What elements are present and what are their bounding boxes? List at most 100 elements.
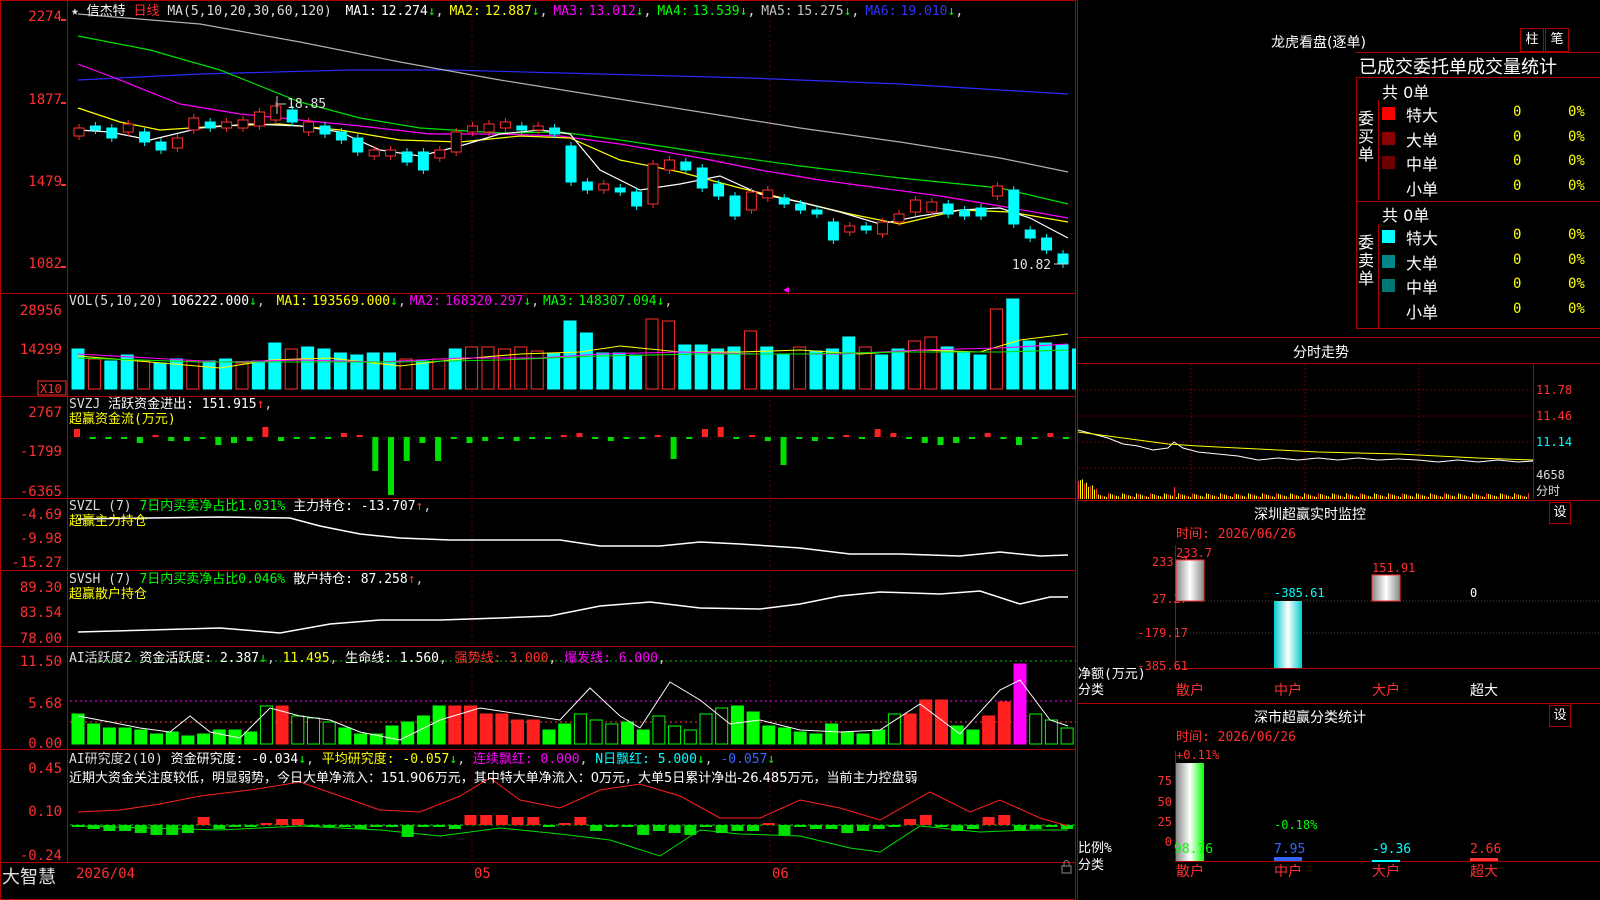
candle[interactable] [581,181,593,191]
candle[interactable] [450,131,462,153]
candle[interactable] [73,127,85,137]
candle[interactable] [991,185,1003,197]
activity-bar [621,721,634,745]
ai-active-header: AI活跃度2 资金活跃度: 2.387↓, 11.495, 生命线: 1.560… [69,651,666,666]
volume-bar [563,320,577,390]
candle[interactable] [942,203,954,215]
candle[interactable] [303,121,315,133]
research-bar [1029,825,1042,829]
bar-mode-button[interactable]: 柱 [1520,28,1544,52]
candle[interactable] [729,195,741,217]
candle[interactable] [614,187,626,193]
volume-bar [776,354,790,390]
candle[interactable] [696,167,708,189]
research-bar [527,817,540,825]
candle[interactable] [795,203,807,211]
candle[interactable] [1041,237,1053,251]
candle[interactable] [171,137,183,149]
candle[interactable] [417,151,429,171]
candle[interactable] [1057,253,1069,265]
category-bar [1372,860,1400,862]
lhb-subtitle: 已成交委托单成交量统计 [1359,57,1557,78]
star-icon[interactable]: ★ [71,4,79,19]
candle[interactable] [745,191,757,211]
candle[interactable] [647,163,659,205]
candle[interactable] [877,221,889,235]
candle[interactable] [499,121,511,129]
candle[interactable] [713,183,725,197]
candle[interactable] [204,121,216,129]
candle[interactable] [549,127,561,135]
volume-bar [219,358,233,390]
candle[interactable] [319,125,331,135]
sz-monitor-chart: 时间: 2026/06/26 233.7 27.27 -179.17 -385.… [1078,527,1600,699]
candle[interactable] [253,111,265,127]
research-bar [558,823,571,825]
period-label[interactable]: 日线 [134,4,160,19]
activity-bar [542,729,556,745]
candle[interactable] [844,225,856,233]
vol-header: VOL(5,10,20) 106222.000↓, MA1: 193569.000… [69,294,673,309]
candle[interactable] [221,121,233,129]
candle[interactable] [598,183,610,191]
candle[interactable] [827,221,839,241]
sz-stats-settings-button[interactable]: 设 [1549,705,1571,727]
tick-mode-button[interactable]: 笔 [1545,28,1569,52]
research-bar [543,825,555,827]
svg-text:散户: 散户 [1176,863,1204,880]
candle[interactable] [893,213,905,223]
candle[interactable] [680,161,692,171]
ma-value: MA3: [553,4,585,19]
volume-bar [71,348,85,390]
candle[interactable] [959,209,971,217]
order-size-row: 大单 0 0% [1380,250,1600,275]
flow-bar [686,437,693,439]
flow-bar [921,437,928,443]
candle[interactable] [106,127,118,139]
candle[interactable] [385,149,397,157]
svg-text:分类: 分类 [1078,858,1104,873]
candle[interactable] [860,225,872,231]
order-size-row: 小单 0 0% [1406,300,1585,322]
candle[interactable] [401,151,413,163]
candle[interactable] [483,123,495,133]
candle[interactable] [1008,189,1020,225]
candle[interactable] [631,191,643,207]
activity-bar [197,733,211,745]
svg-text:中户: 中户 [1274,863,1302,880]
candle[interactable] [270,105,282,121]
candle[interactable] [352,137,364,153]
candle[interactable] [434,149,446,159]
activity-bar [966,729,980,745]
candle[interactable] [565,145,577,183]
candle[interactable] [155,141,167,151]
flow-bar [340,433,347,437]
candle[interactable] [139,131,151,143]
candle[interactable] [467,125,479,133]
candle[interactable] [122,123,134,133]
flow-bar [497,437,504,439]
candle[interactable] [778,197,790,205]
sz-monitor-settings-button[interactable]: 设 [1549,502,1571,524]
flow-bar [654,435,661,437]
candle[interactable] [516,125,528,131]
candle[interactable] [663,159,675,171]
candle[interactable] [811,209,823,215]
candle[interactable] [532,125,544,131]
x-tick: 05 [474,866,491,882]
high-price-label: 18.85 [287,97,326,112]
candle[interactable] [368,149,380,157]
candle[interactable] [237,119,249,129]
candle[interactable] [188,117,200,131]
candle[interactable] [926,201,938,213]
candle[interactable] [335,131,347,141]
candle[interactable] [909,199,921,213]
bar-value-label: 151.91 [1372,561,1415,575]
intraday-chart[interactable]: 11.78 11.46 11.14 4658 分时 [1078,364,1600,500]
candle[interactable] [1024,229,1036,239]
candle[interactable] [762,189,774,199]
activity-bar [840,731,854,745]
candle[interactable] [975,207,987,217]
candle[interactable] [89,125,101,131]
research-bar [825,825,838,829]
